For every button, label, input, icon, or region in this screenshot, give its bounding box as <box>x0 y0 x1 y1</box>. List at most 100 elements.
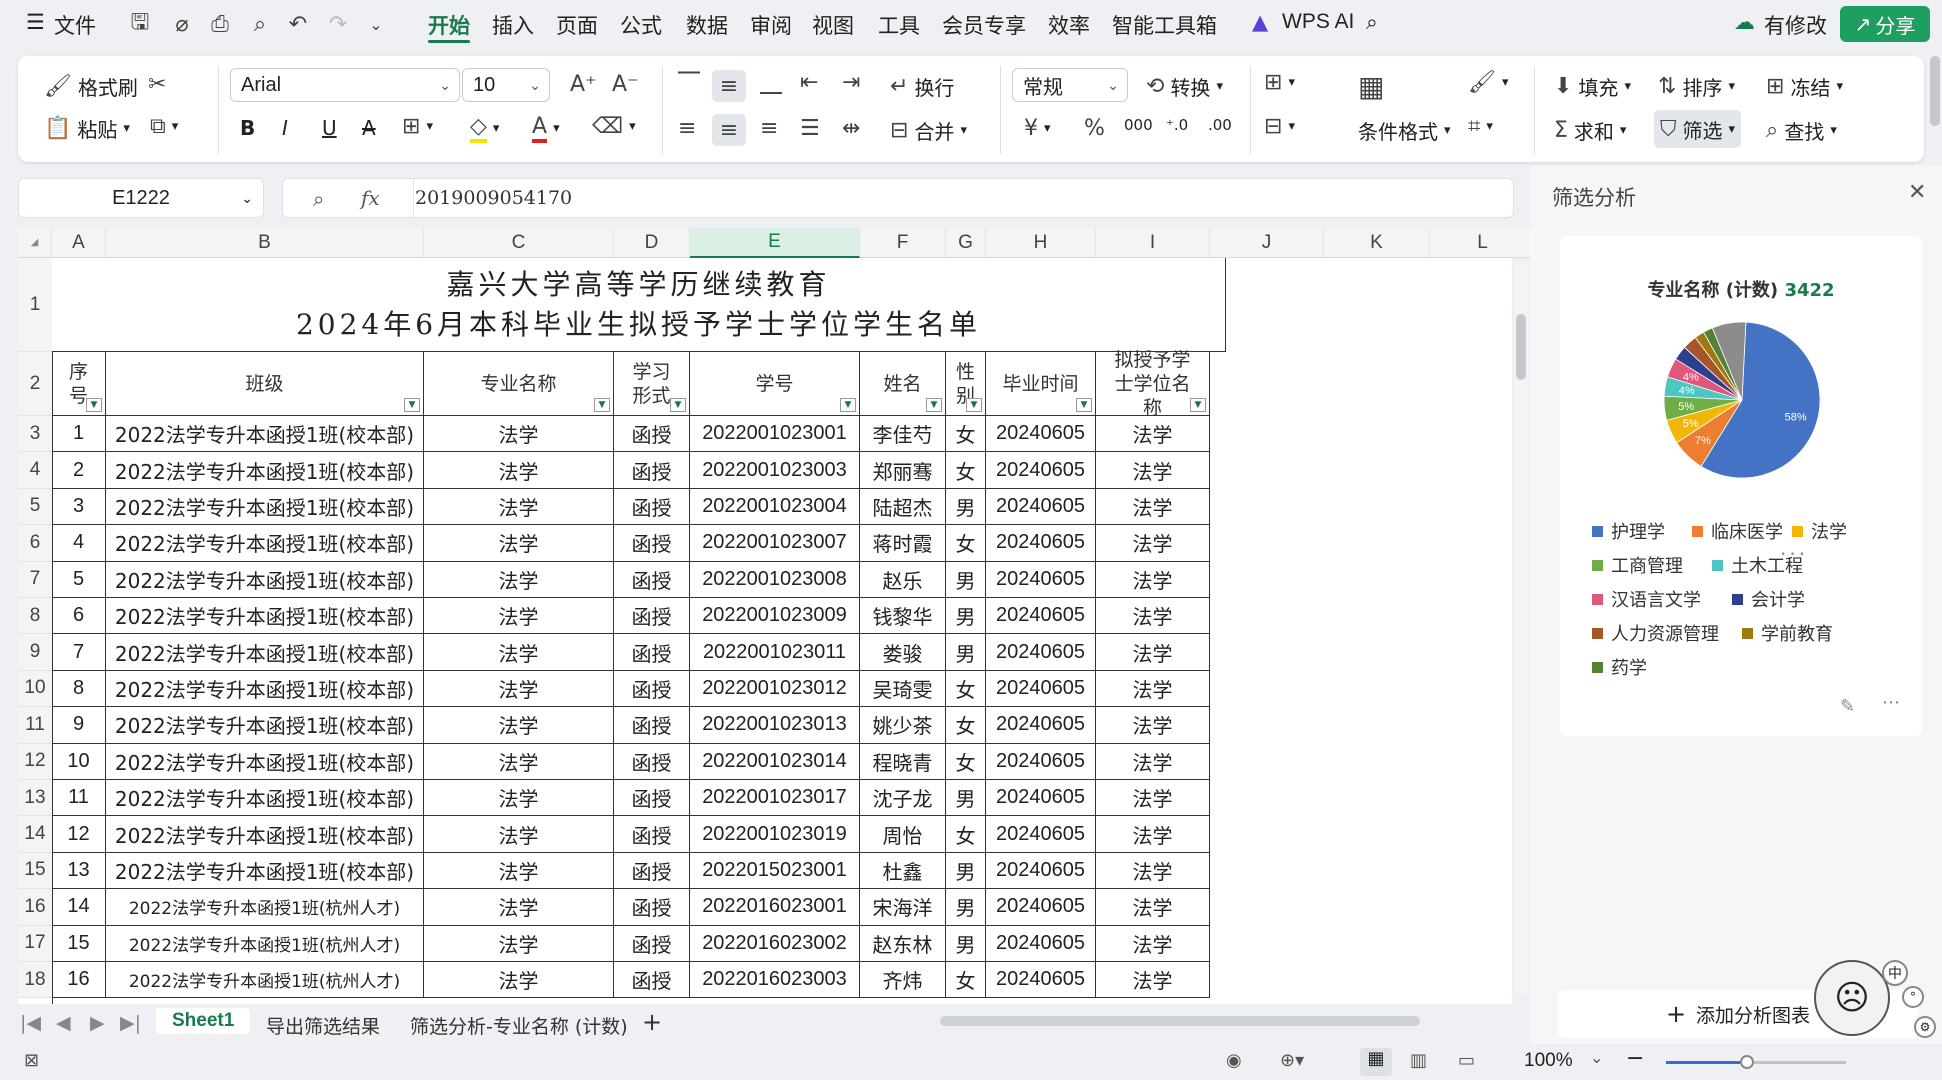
table-cell[interactable]: 2022法学专升本函授1班(杭州人才) <box>106 889 424 926</box>
first-sheet-icon[interactable]: |◀ <box>20 1012 41 1034</box>
table-cell[interactable]: 20240605 <box>986 416 1096 453</box>
cut-icon[interactable]: ✂ <box>148 72 166 97</box>
filter-dropdown-icon[interactable]: ▼ <box>1076 398 1092 412</box>
fx-icon[interactable]: fx <box>361 186 380 210</box>
header-cell[interactable]: 学号 ▼ <box>690 352 860 416</box>
table-cell[interactable]: 20240605 <box>986 670 1096 708</box>
table-cell[interactable]: 16 <box>52 962 106 999</box>
zoom-slider[interactable] <box>1666 1055 1846 1069</box>
table-cell[interactable]: 2022001023003 <box>690 452 860 489</box>
table-cell[interactable]: 法学 <box>1096 852 1210 890</box>
zoom-level[interactable]: 100% <box>1524 1050 1573 1072</box>
table-cell[interactable]: 李佳芍 <box>860 416 946 453</box>
table-cell[interactable]: 法学 <box>424 852 614 890</box>
table-cell[interactable]: 法学 <box>424 780 614 817</box>
table-cell[interactable]: 2022001023008 <box>690 561 860 598</box>
column-header-b[interactable]: B <box>106 228 424 258</box>
justify-icon[interactable]: ☰ <box>800 116 820 141</box>
table-cell[interactable]: 2022法学专升本函授1班(杭州人才) <box>106 962 424 999</box>
table-cell[interactable]: 齐炜 <box>860 962 946 999</box>
row-header[interactable]: 14 <box>18 816 52 853</box>
table-cell[interactable]: 2022001023004 <box>690 488 860 526</box>
italic-icon[interactable]: I <box>282 116 288 140</box>
reading-view-icon[interactable]: ▭ <box>1458 1050 1475 1071</box>
table-cell[interactable]: 20240605 <box>986 852 1096 890</box>
filter-dropdown-icon[interactable]: ▼ <box>926 398 942 412</box>
column-header-j[interactable]: J <box>1210 228 1324 258</box>
font-name-select[interactable]: Arial ⌄ <box>230 68 460 102</box>
increase-font-icon[interactable]: A⁺ <box>570 72 597 97</box>
table-cell[interactable]: 5 <box>52 561 106 598</box>
table-cell[interactable]: 法学 <box>1096 780 1210 817</box>
column-header-h[interactable]: H <box>986 228 1096 258</box>
table-cell[interactable]: 20240605 <box>986 780 1096 817</box>
table-cell[interactable]: 2022015023001 <box>690 852 860 890</box>
table-cell[interactable]: 郑丽骞 <box>860 452 946 489</box>
table-cell[interactable]: 函授 <box>614 598 690 635</box>
table-cell[interactable]: 陆超杰 <box>860 488 946 526</box>
column-header-k[interactable]: K <box>1324 228 1430 258</box>
header-cell[interactable]: 学习形式 ▼ <box>614 352 690 416</box>
convert-button[interactable]: ⟲ 转换 ▾ <box>1146 72 1223 101</box>
table-cell[interactable]: 10 <box>52 743 106 780</box>
horizontal-scrollbar[interactable] <box>940 1016 1420 1026</box>
eye-icon[interactable]: ◉ <box>1226 1050 1242 1071</box>
table-cell[interactable]: 函授 <box>614 416 690 453</box>
table-cell[interactable]: 函授 <box>614 816 690 853</box>
table-cell[interactable]: 女 <box>946 962 986 999</box>
table-cell[interactable]: 6 <box>52 598 106 635</box>
table-cell[interactable]: 函授 <box>614 925 690 962</box>
table-cell[interactable]: 女 <box>946 452 986 489</box>
table-cell[interactable]: 2022001023011 <box>690 634 860 671</box>
percent-icon[interactable]: % <box>1084 116 1105 141</box>
table-cell[interactable]: 20240605 <box>986 925 1096 962</box>
bold-icon[interactable]: B <box>240 116 255 140</box>
table-cell[interactable]: 2022001023017 <box>690 780 860 817</box>
table-cell[interactable]: 2022法学专升本函授1班(校本部) <box>106 525 424 562</box>
tab-formula[interactable]: 公式 <box>620 10 662 40</box>
table-cell[interactable]: 函授 <box>614 452 690 489</box>
table-cell[interactable]: 20240605 <box>986 962 1096 999</box>
table-cell[interactable]: 函授 <box>614 561 690 598</box>
modified-status[interactable]: 有修改 <box>1764 10 1827 40</box>
legend-item[interactable]: 临床医学 <box>1692 518 1783 544</box>
table-cell[interactable]: 函授 <box>614 780 690 817</box>
edit-icon[interactable]: ✎ <box>1840 696 1855 717</box>
table-cell[interactable]: 程晓青 <box>860 743 946 780</box>
header-cell[interactable]: 序号 ▼ <box>52 352 106 416</box>
legend-item[interactable]: 会计学 <box>1732 586 1805 612</box>
table-cell[interactable]: 函授 <box>614 962 690 999</box>
table-cell[interactable]: 2022法学专升本函授1班(校本部) <box>106 452 424 489</box>
table-cell[interactable]: 法学 <box>424 598 614 635</box>
table-cell[interactable]: 法学 <box>1096 598 1210 635</box>
table-cell[interactable]: 女 <box>946 525 986 562</box>
table-cell[interactable]: 男 <box>946 852 986 890</box>
row-header[interactable]: 15 <box>18 852 52 890</box>
table-cell[interactable]: 7 <box>52 634 106 671</box>
table-cell[interactable]: 2022001023014 <box>690 743 860 780</box>
column-header-c[interactable]: C <box>424 228 614 258</box>
table-cell[interactable]: 2022001023001 <box>690 416 860 453</box>
ime-icon[interactable]: 中 <box>1882 960 1908 986</box>
column-header-a[interactable]: A <box>52 228 106 258</box>
table-cell[interactable]: 法学 <box>1096 416 1210 453</box>
table-cell[interactable]: 1 <box>52 416 106 453</box>
row-header[interactable]: 7 <box>18 561 52 598</box>
column-header-f[interactable]: F <box>860 228 946 258</box>
search-icon[interactable]: ⌕ <box>1366 10 1378 35</box>
table-cell[interactable]: 周怡 <box>860 816 946 853</box>
header-cell[interactable]: 班级 ▼ <box>106 352 424 416</box>
table-cell[interactable]: 法学 <box>424 416 614 453</box>
indent-increase-icon[interactable]: ⇥ <box>842 70 860 95</box>
prev-sheet-icon[interactable]: ◀ <box>56 1012 71 1034</box>
align-top-icon[interactable]: ⎺ <box>678 70 700 95</box>
table-cell[interactable]: 法学 <box>424 452 614 489</box>
table-cell[interactable]: 法学 <box>424 488 614 526</box>
table-cell[interactable]: 2022法学专升本函授1班(校本部) <box>106 634 424 671</box>
table-cell[interactable]: 20240605 <box>986 525 1096 562</box>
filter-dropdown-icon[interactable]: ▼ <box>86 398 102 412</box>
ime-punct-icon[interactable]: ° <box>1902 986 1924 1008</box>
header-cell[interactable]: 姓名 ▼ <box>860 352 946 416</box>
table-cell[interactable]: 12 <box>52 816 106 853</box>
table-cell[interactable]: 2022法学专升本函授1班(校本部) <box>106 488 424 526</box>
